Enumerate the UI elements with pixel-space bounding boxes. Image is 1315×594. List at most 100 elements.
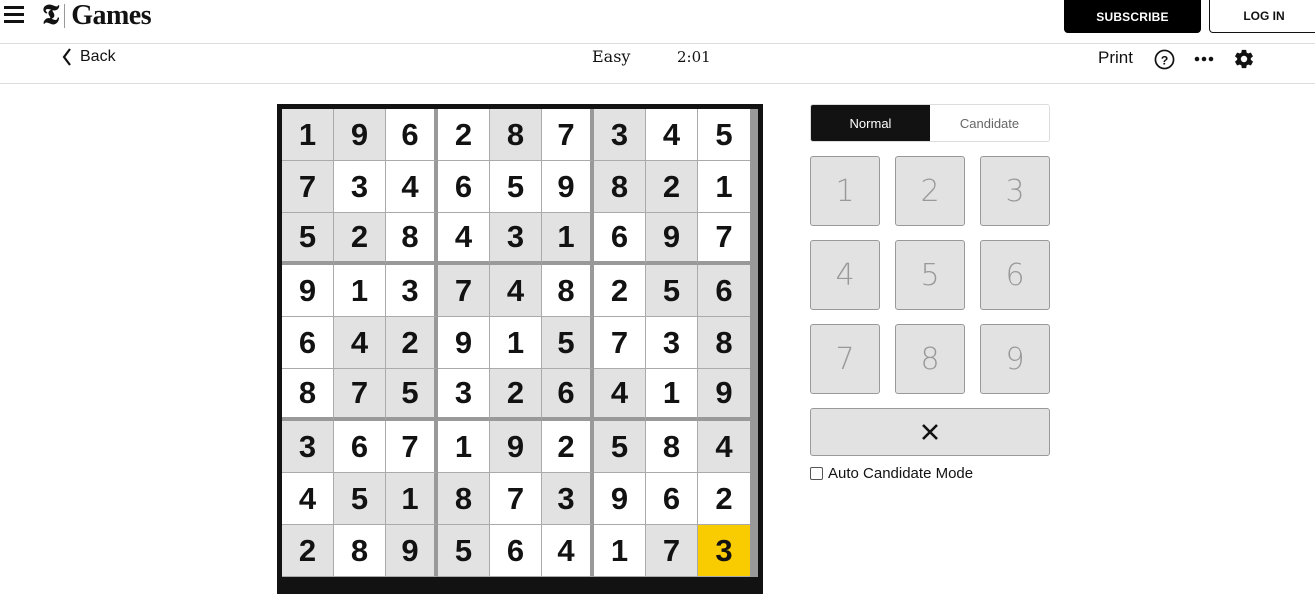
sudoku-cell[interactable]: 7 (490, 473, 542, 525)
number-button-4[interactable]: 4 (810, 240, 880, 310)
sudoku-cell[interactable]: 1 (698, 161, 750, 213)
number-button-3[interactable]: 3 (980, 156, 1050, 226)
sudoku-cell[interactable]: 8 (594, 161, 646, 213)
sudoku-cell[interactable]: 5 (594, 421, 646, 473)
sudoku-cell[interactable]: 4 (334, 317, 386, 369)
sudoku-cell[interactable]: 5 (646, 265, 698, 317)
sudoku-cell[interactable]: 1 (646, 369, 698, 421)
sudoku-cell[interactable]: 4 (594, 369, 646, 421)
sudoku-cell[interactable]: 4 (542, 525, 594, 577)
sudoku-cell[interactable]: 4 (438, 213, 490, 265)
sudoku-cell[interactable]: 3 (334, 161, 386, 213)
auto-candidate-label[interactable]: Auto Candidate Mode (828, 465, 973, 482)
sudoku-cell[interactable]: 5 (386, 369, 438, 421)
sudoku-cell[interactable]: 4 (490, 265, 542, 317)
sudoku-cell[interactable]: 7 (594, 317, 646, 369)
sudoku-cell[interactable]: 8 (698, 317, 750, 369)
sudoku-cell[interactable]: 2 (282, 525, 334, 577)
sudoku-cell[interactable]: 1 (490, 317, 542, 369)
sudoku-cell[interactable]: 2 (490, 369, 542, 421)
sudoku-cell[interactable]: 4 (698, 421, 750, 473)
sudoku-cell[interactable]: 6 (438, 161, 490, 213)
number-button-6[interactable]: 6 (980, 240, 1050, 310)
sudoku-cell[interactable]: 6 (646, 473, 698, 525)
sudoku-cell[interactable]: 5 (542, 317, 594, 369)
back-button[interactable]: Back (62, 46, 116, 68)
sudoku-cell[interactable]: 8 (386, 213, 438, 265)
sudoku-cell[interactable]: 1 (386, 473, 438, 525)
mode-candidate-button[interactable]: Candidate (930, 105, 1049, 141)
sudoku-cell[interactable]: 9 (646, 213, 698, 265)
sudoku-cell[interactable]: 8 (646, 421, 698, 473)
sudoku-cell[interactable]: 4 (646, 109, 698, 161)
sudoku-cell[interactable]: 2 (334, 213, 386, 265)
sudoku-cell[interactable]: 9 (386, 525, 438, 577)
erase-button[interactable] (810, 408, 1050, 456)
sudoku-cell[interactable]: 6 (490, 525, 542, 577)
number-button-2[interactable]: 2 (895, 156, 965, 226)
more-icon[interactable] (1194, 56, 1214, 62)
sudoku-cell[interactable]: 2 (594, 265, 646, 317)
sudoku-cell[interactable]: 3 (490, 213, 542, 265)
sudoku-cell[interactable]: 3 (594, 109, 646, 161)
sudoku-cell[interactable]: 9 (282, 265, 334, 317)
sudoku-cell[interactable]: 8 (490, 109, 542, 161)
number-button-1[interactable]: 1 (810, 156, 880, 226)
sudoku-cell[interactable]: 2 (438, 109, 490, 161)
sudoku-cell[interactable]: 7 (542, 109, 594, 161)
sudoku-cell[interactable]: 8 (334, 525, 386, 577)
sudoku-cell[interactable]: 5 (438, 525, 490, 577)
number-button-9[interactable]: 9 (980, 324, 1050, 394)
sudoku-cell[interactable]: 2 (386, 317, 438, 369)
sudoku-cell[interactable]: 1 (438, 421, 490, 473)
subscribe-button[interactable]: SUBSCRIBE (1064, 0, 1201, 33)
sudoku-cell[interactable]: 6 (594, 213, 646, 265)
sudoku-cell[interactable]: 1 (282, 109, 334, 161)
sudoku-cell[interactable]: 5 (490, 161, 542, 213)
sudoku-cell[interactable]: 2 (646, 161, 698, 213)
sudoku-cell[interactable]: 2 (698, 473, 750, 525)
menu-icon[interactable] (4, 6, 24, 24)
mode-normal-button[interactable]: Normal (811, 105, 930, 141)
sudoku-cell[interactable]: 3 (386, 265, 438, 317)
sudoku-cell[interactable]: 9 (542, 161, 594, 213)
sudoku-cell[interactable]: 5 (334, 473, 386, 525)
sudoku-cell-selected[interactable]: 3 (698, 525, 750, 577)
sudoku-cell[interactable]: 6 (542, 369, 594, 421)
sudoku-cell[interactable]: 9 (490, 421, 542, 473)
sudoku-cell[interactable]: 8 (438, 473, 490, 525)
timer[interactable]: 2:01 (677, 48, 711, 66)
sudoku-cell[interactable]: 7 (386, 421, 438, 473)
sudoku-cell[interactable]: 6 (386, 109, 438, 161)
sudoku-cell[interactable]: 5 (698, 109, 750, 161)
sudoku-cell[interactable]: 7 (646, 525, 698, 577)
sudoku-cell[interactable]: 7 (282, 161, 334, 213)
sudoku-cell[interactable]: 1 (542, 213, 594, 265)
number-button-5[interactable]: 5 (895, 240, 965, 310)
sudoku-cell[interactable]: 6 (334, 421, 386, 473)
sudoku-cell[interactable]: 1 (594, 525, 646, 577)
sudoku-cell[interactable]: 9 (594, 473, 646, 525)
sudoku-cell[interactable]: 8 (282, 369, 334, 421)
login-button[interactable]: LOG IN (1209, 0, 1315, 33)
nyt-games-logo[interactable]: 𝕿 Games (42, 0, 152, 32)
number-button-7[interactable]: 7 (810, 324, 880, 394)
sudoku-cell[interactable]: 2 (542, 421, 594, 473)
sudoku-cell[interactable]: 1 (334, 265, 386, 317)
sudoku-cell[interactable]: 9 (438, 317, 490, 369)
sudoku-cell[interactable]: 5 (282, 213, 334, 265)
sudoku-cell[interactable]: 7 (334, 369, 386, 421)
gear-icon[interactable] (1233, 48, 1255, 70)
auto-candidate-checkbox[interactable] (810, 467, 823, 480)
print-button[interactable]: Print (1098, 48, 1133, 68)
sudoku-cell[interactable]: 9 (334, 109, 386, 161)
number-button-8[interactable]: 8 (895, 324, 965, 394)
sudoku-cell[interactable]: 9 (698, 369, 750, 421)
help-icon[interactable]: ? (1154, 49, 1175, 70)
sudoku-cell[interactable]: 4 (386, 161, 438, 213)
sudoku-cell[interactable]: 4 (282, 473, 334, 525)
sudoku-cell[interactable]: 3 (646, 317, 698, 369)
sudoku-cell[interactable]: 3 (438, 369, 490, 421)
sudoku-cell[interactable]: 6 (282, 317, 334, 369)
sudoku-cell[interactable]: 3 (542, 473, 594, 525)
